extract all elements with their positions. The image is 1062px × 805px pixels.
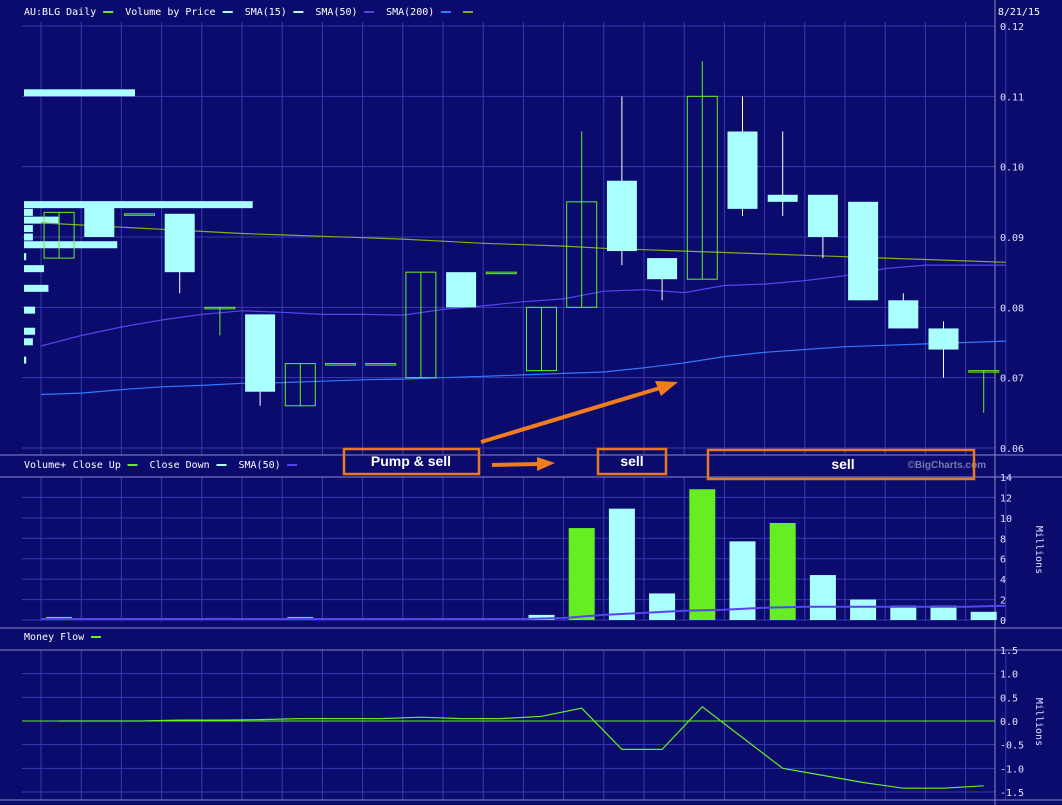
- flow-unit-label: Millions: [1033, 698, 1044, 746]
- candle-body: [848, 201, 879, 301]
- money-flow-tick-label: 1.0: [1000, 670, 1018, 681]
- price-axis: 0.12 0.11 0.10 0.09 0.08 0.07 0.06: [1000, 22, 1024, 455]
- flow-panel-bg: [22, 650, 995, 800]
- legend-label: Close Down: [150, 460, 210, 471]
- volume-by-price-bar: [24, 225, 33, 233]
- legend-swatch: [462, 11, 473, 13]
- volume-bar: [689, 489, 716, 620]
- volume-bar: [930, 605, 957, 620]
- chart-date: 8/21/15: [998, 7, 1040, 18]
- volume-by-price-bar: [24, 284, 49, 292]
- legend-label: Volume by Price: [125, 7, 215, 18]
- candle-body: [928, 328, 959, 350]
- money-flow-tick-label: -1.5: [1000, 788, 1024, 799]
- legend-swatch: [440, 11, 451, 13]
- price-tick-label: 0.10: [1000, 163, 1024, 174]
- candle-body: [606, 180, 637, 252]
- volume-by-price-bar: [24, 265, 44, 273]
- legend-swatch: [364, 11, 375, 13]
- volume-tick-label: 14: [1000, 473, 1012, 484]
- candle-body: [807, 194, 838, 237]
- price-tick-label: 0.06: [1000, 444, 1024, 455]
- volume-bar: [850, 599, 877, 620]
- volume-tick-label: 0: [1000, 616, 1006, 627]
- pump-sell-label: Pump & sell: [371, 453, 451, 469]
- volume-tick-label: 12: [1000, 493, 1012, 504]
- volume-by-price-bar: [24, 233, 33, 241]
- volume-bar: [568, 528, 595, 620]
- legend-label: AU:BLG Daily: [24, 7, 96, 18]
- sell-label-2: sell: [831, 456, 854, 472]
- legend-label: Close Up: [73, 460, 121, 471]
- candle-body: [767, 194, 798, 202]
- volume-tick-label: 10: [1000, 514, 1012, 525]
- volume-by-price-bar: [24, 89, 135, 97]
- sell-label-1: sell: [620, 453, 643, 469]
- stock-chart: 0.120.110.100.090.080.070.06 14121086420…: [0, 0, 1062, 805]
- legend-swatch: [293, 11, 304, 13]
- legend-label: SMA(50): [315, 7, 357, 18]
- arrow-head-sell: [537, 457, 555, 471]
- volume-tick-label: 6: [1000, 555, 1006, 566]
- volume-by-price-bar: [24, 356, 27, 364]
- legend-label: SMA(15): [245, 7, 287, 18]
- legend-swatch: [127, 464, 138, 466]
- candle-body: [245, 314, 276, 392]
- legend-swatch: [216, 464, 227, 466]
- candle-body: [446, 272, 477, 308]
- volume-by-price-bar: [24, 327, 36, 335]
- volume-by-price-bar: [24, 338, 33, 346]
- money-flow-tick-label: 1.5: [1000, 646, 1018, 657]
- volume-by-price-bar: [24, 201, 253, 209]
- legend-swatch: [91, 636, 101, 638]
- legend-swatch: [287, 464, 298, 466]
- candle-body: [84, 201, 115, 237]
- volume-by-price-bar: [24, 306, 36, 314]
- price-legend: AU:BLG Daily Volume by Price SMA(15) SMA(50…: [24, 7, 473, 18]
- volume-bar: [970, 611, 997, 620]
- volume-bar: [649, 593, 676, 620]
- price-tick-label: 0.08: [1000, 303, 1024, 314]
- volume-tick-label: 4: [1000, 575, 1006, 586]
- price-tick-label: 0.12: [1000, 22, 1024, 33]
- volume-by-price-bar: [24, 241, 118, 249]
- price-tick-label: 0.09: [1000, 233, 1024, 244]
- volume-bar: [769, 522, 796, 620]
- legend-label: Money Flow: [24, 632, 85, 643]
- money-flow-tick-label: -0.5: [1000, 741, 1024, 752]
- volume-tick-label: 8: [1000, 534, 1006, 545]
- legend-label: SMA(200): [386, 7, 434, 18]
- volume-bar: [809, 575, 836, 620]
- volume-unit-label: Millions: [1033, 526, 1044, 574]
- money-flow-axis: 1.5 1.0 0.5 0.0 -0.5 -1.0 -1.5: [1000, 646, 1024, 799]
- candle-body: [888, 300, 919, 329]
- volume-by-price-bar: [24, 253, 27, 261]
- money-flow-tick-label: -1.0: [1000, 764, 1024, 775]
- money-flow-tick-label: 0.0: [1000, 717, 1018, 728]
- volume-by-price-bar: [24, 208, 33, 216]
- candle-body: [727, 131, 758, 209]
- legend-label: SMA(50): [239, 460, 281, 471]
- price-tick-label: 0.11: [1000, 92, 1024, 103]
- legend-label: Volume+: [24, 460, 66, 471]
- money-flow-legend: Money Flow: [24, 632, 101, 643]
- candle-body: [647, 258, 678, 280]
- money-flow-tick-label: 0.5: [1000, 693, 1018, 704]
- volume-legend: Volume+ Close Up Close Down SMA(50): [24, 460, 298, 471]
- legend-swatch: [103, 11, 114, 13]
- price-tick-label: 0.07: [1000, 374, 1024, 385]
- candle-body: [164, 213, 195, 273]
- legend-swatch: [222, 11, 233, 13]
- volume-bar: [608, 508, 635, 620]
- arrow-pump-to-sell: [491, 462, 539, 467]
- volume-bar: [890, 605, 917, 620]
